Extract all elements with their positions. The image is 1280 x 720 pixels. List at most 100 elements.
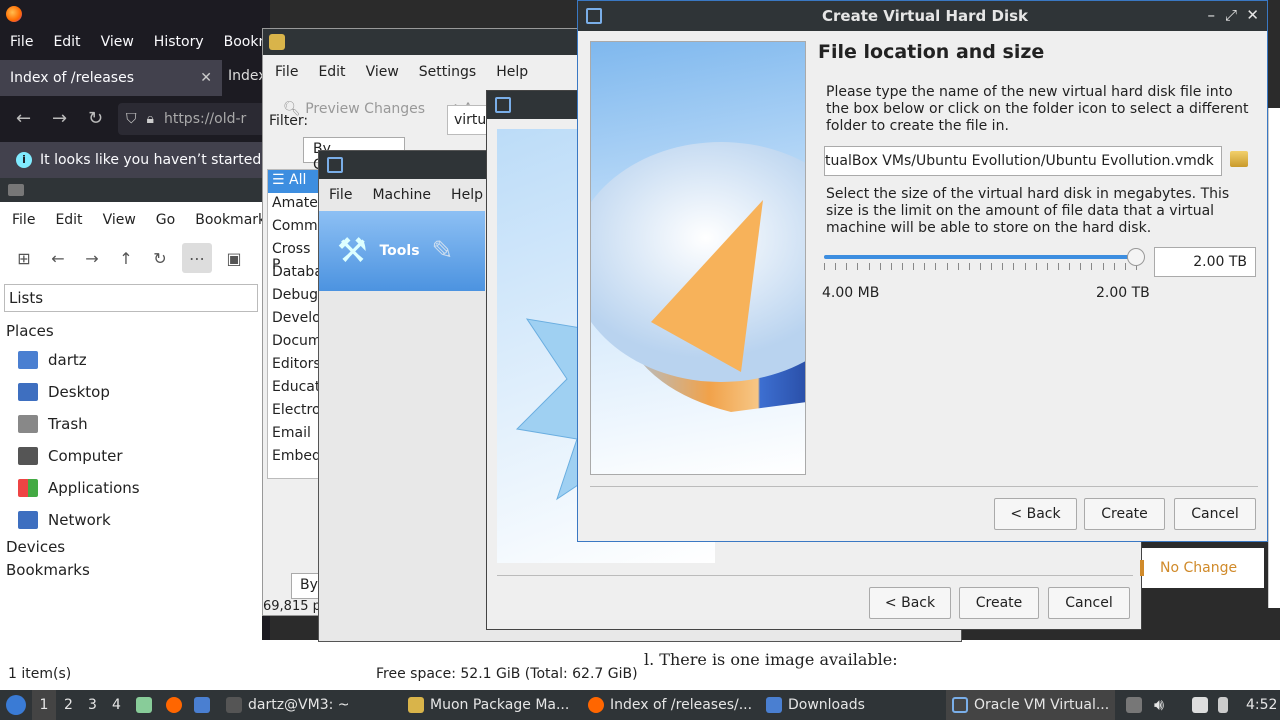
category-item[interactable]: Embed [268, 446, 318, 469]
place-applications[interactable]: Applications [0, 472, 262, 504]
dialog-title: Create Virtual Hard Disk [822, 7, 1029, 25]
place-label: Network [48, 511, 111, 529]
place-desktop[interactable]: Desktop [0, 376, 262, 408]
category-item[interactable]: Databa [268, 262, 318, 285]
task-muon[interactable]: Muon Package Ma... [408, 690, 569, 720]
task-label: Index of /releases/... [610, 697, 753, 713]
slider-tick [868, 263, 870, 270]
place-trash[interactable]: Trash [0, 408, 262, 440]
category-item[interactable]: Docum [268, 331, 318, 354]
close-icon[interactable]: ✕ [1246, 6, 1259, 24]
tab-index-2[interactable]: Index [228, 68, 267, 84]
new-tab-icon[interactable]: ⊞ [12, 246, 36, 270]
workspace-1[interactable]: 1 [32, 690, 56, 720]
cancel-button[interactable]: Cancel [1048, 587, 1130, 619]
slider-tick [924, 263, 926, 270]
minimize-icon[interactable]: – [1208, 6, 1216, 24]
back-button[interactable]: < Back [994, 498, 1077, 530]
menu-edit[interactable]: Edit [308, 64, 355, 80]
menu-view[interactable]: View [93, 212, 146, 228]
page-text: l. There is one image available: [642, 640, 1280, 690]
menu-edit[interactable]: Edit [43, 34, 90, 50]
size-slider[interactable] [824, 247, 1145, 273]
battery-tray[interactable] [1218, 690, 1228, 720]
place-label: Computer [48, 447, 123, 465]
clipboard-tray[interactable] [1126, 690, 1142, 720]
task-terminal[interactable]: dartz@VM3: ~ [226, 690, 350, 720]
tools-item[interactable]: ⚒ Tools ✎ [319, 211, 485, 291]
menu-machine[interactable]: Machine [362, 187, 441, 203]
folder-icon[interactable] [1230, 151, 1248, 167]
category-item[interactable]: Educat [268, 377, 318, 400]
workspace-3[interactable]: 3 [88, 690, 97, 720]
menu-help[interactable]: Help [486, 64, 538, 80]
cancel-button[interactable]: Cancel [1174, 498, 1256, 530]
task-virtualbox[interactable]: Oracle VM Virtual... [946, 690, 1116, 720]
menu-history[interactable]: History [144, 34, 214, 50]
menu-go[interactable]: Go [146, 212, 185, 228]
menu-file[interactable]: File [0, 34, 43, 50]
file-path-input[interactable]: tualBox VMs/Ubuntu Evollution/Ubuntu Evo… [824, 146, 1222, 176]
workspace-4[interactable]: 4 [112, 690, 121, 720]
create-button[interactable]: Create [1084, 498, 1165, 530]
notes-tray[interactable] [1192, 690, 1208, 720]
category-item[interactable]: Debug [268, 285, 318, 308]
reload-icon[interactable]: ↻ [88, 108, 103, 129]
up-arrow-icon[interactable]: ↑ [114, 246, 138, 270]
reload-icon[interactable]: ↻ [148, 246, 172, 270]
firefox-launcher[interactable] [166, 690, 182, 720]
category-item[interactable]: Editors [268, 354, 318, 377]
tab-releases[interactable]: Index of /releases ✕ [0, 60, 222, 96]
menu-file[interactable]: File [265, 64, 308, 80]
category-item[interactable]: Commu [268, 216, 318, 239]
category-item[interactable]: Develo [268, 308, 318, 331]
maximize-icon[interactable]: ⤢ [1225, 6, 1237, 24]
forward-arrow-icon[interactable]: → [80, 246, 104, 270]
icon-view-icon[interactable]: ⋯ [182, 243, 212, 273]
clock[interactable]: 4:52 [1246, 690, 1277, 720]
firefox-icon [6, 6, 22, 22]
folder-launcher[interactable] [194, 690, 210, 720]
files-launcher[interactable] [136, 690, 152, 720]
right-edge-window [1268, 108, 1280, 608]
task-downloads[interactable]: Downloads [766, 690, 865, 720]
task-label: Oracle VM Virtual... [974, 697, 1110, 713]
menu-file[interactable]: File [2, 212, 45, 228]
bookmarks-header[interactable]: Bookmarks [0, 561, 262, 584]
slider-handle[interactable] [1127, 248, 1145, 266]
task-firefox[interactable]: Index of /releases/... [588, 690, 752, 720]
menu-view[interactable]: View [356, 64, 409, 80]
lists-dropdown[interactable]: Lists [4, 284, 258, 312]
url-bar[interactable]: ⛉ 🔒︎ https://old-r [118, 103, 270, 135]
back-button[interactable]: < Back [869, 587, 951, 619]
menu-file[interactable]: File [319, 187, 362, 203]
menu-settings[interactable]: Settings [409, 64, 486, 80]
back-arrow-icon[interactable]: ← [16, 108, 31, 129]
start-menu-button[interactable] [6, 690, 26, 720]
tools-icon: ⚒ [337, 231, 368, 271]
slider-tick [1002, 263, 1004, 270]
category-item[interactable]: Cross P [268, 239, 318, 273]
devices-header[interactable]: Devices [0, 538, 262, 561]
category-item[interactable]: Electro [268, 400, 318, 423]
image-view-icon[interactable]: ▣ [222, 246, 246, 270]
forward-arrow-icon[interactable]: → [52, 108, 67, 129]
place-network[interactable]: Network [0, 504, 262, 536]
workspace-2[interactable]: 2 [64, 690, 73, 720]
back-arrow-icon[interactable]: ← [46, 246, 70, 270]
category-item[interactable]: ☰ All [268, 170, 318, 193]
category-item[interactable]: Amateu [268, 193, 318, 216]
size-input[interactable]: 2.00 TB [1154, 247, 1256, 277]
create-button[interactable]: Create [959, 587, 1039, 619]
pin-icon[interactable]: ✎ [432, 236, 454, 266]
category-item[interactable]: Email [268, 423, 318, 446]
menu-view[interactable]: View [91, 34, 144, 50]
menu-edit[interactable]: Edit [45, 212, 92, 228]
volume-icon[interactable]: 🔊︎ [1154, 690, 1164, 720]
place-dartz[interactable]: dartz [0, 344, 262, 376]
file-path-text: tualBox VMs/Ubuntu Evollution/Ubuntu Evo… [825, 153, 1214, 169]
create-virtual-hard-disk-dialog: Create Virtual Hard Disk – ⤢ ✕ File loca… [577, 0, 1268, 542]
close-icon[interactable]: ✕ [200, 70, 212, 86]
computer-icon [18, 447, 38, 465]
place-computer[interactable]: Computer [0, 440, 262, 472]
